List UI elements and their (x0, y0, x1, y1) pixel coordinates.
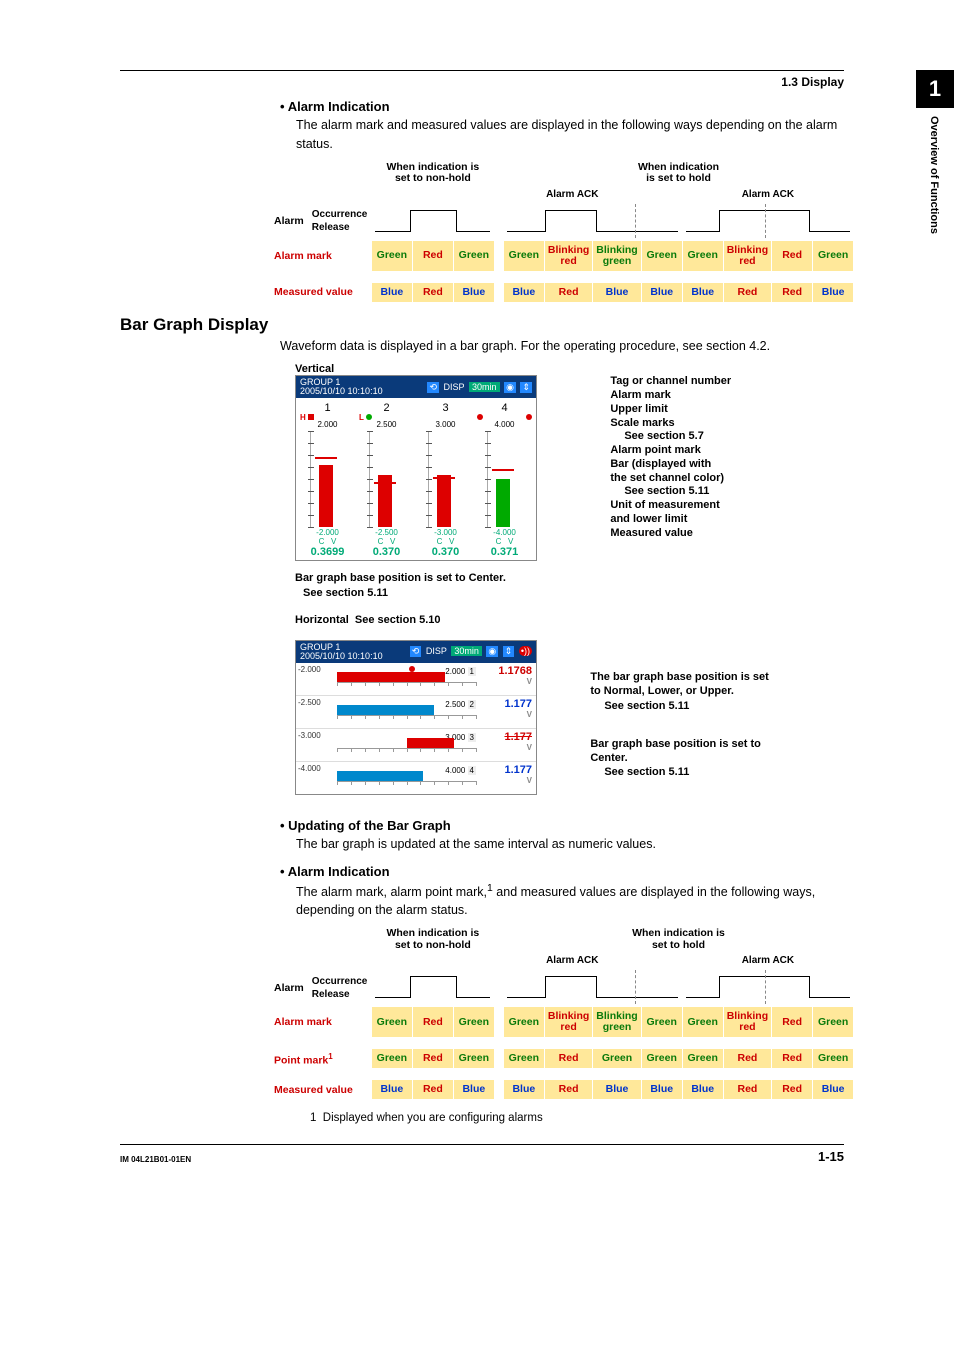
callout-line: Tag or channel number (610, 375, 731, 389)
horizontal-bar-row: -3.000 3.000 3 1.177V (296, 728, 536, 761)
callout-line: and lower limit (610, 513, 731, 527)
callout-line: Upper limit (610, 403, 731, 417)
updating-heading: Updating of the Bar Graph (280, 818, 844, 833)
bar-channel: 2 L 2.500 -2.500 C V 0.370 (357, 400, 416, 558)
diag1-row-alarm-mark: Alarm mark Green Red Green Green Blinkin… (270, 240, 854, 271)
time-badge: 30min (469, 382, 500, 392)
horizontal-bar-figure: GROUP 1 2005/10/10 10:10:10 ⟲ DISP 30min… (295, 640, 855, 804)
horizontal-bar-row: -2.500 2.500 2 1.177V (296, 695, 536, 728)
panel-header: GROUP 1 2005/10/10 10:10:10 ⟲ DISP 30min… (296, 376, 536, 398)
horizontal-bar-row: -4.000 4.000 4 1.177V (296, 761, 536, 794)
footnote: 1 Displayed when you are configuring ala… (310, 1112, 844, 1124)
horizontal-label: Horizontal See section 5.10 (295, 614, 844, 626)
alarm-state-diagram-1: When indication is set to non-hold When … (270, 160, 844, 303)
sound-icon: •)) (519, 646, 532, 656)
ack-label-2: Alarm ACK (682, 187, 853, 202)
diag1-row-measured-value: Measured value Blue Red Blue Blue Red Bl… (270, 282, 854, 302)
resize-icon: ⇕ (503, 646, 515, 657)
alarm-indication-body: The alarm mark and measured values are d… (296, 116, 844, 154)
page-footer: IM 04L21B01-01EN 1-15 (120, 1144, 844, 1164)
panel-header-h: GROUP 1 2005/10/10 10:10:10 ⟲ DISP 30min… (296, 641, 536, 663)
bar-channel: 4 4.000 -4.000 C V 0.371 (475, 400, 534, 558)
timeline-hold-1 (503, 202, 682, 241)
nonhold-label-2: When indication is set to non-hold (371, 926, 494, 953)
doc-id: IM 04L21B01-01EN (120, 1155, 191, 1164)
callout-line: Unit of measurement (610, 499, 731, 513)
resize-icon: ⇕ (520, 382, 532, 393)
vertical-caption: Bar graph base position is set to Center… (295, 571, 844, 600)
nonhold-label: When indication is set to non-hold (371, 160, 494, 187)
horizontal-bar-panel: GROUP 1 2005/10/10 10:10:10 ⟲ DISP 30min… (295, 640, 537, 795)
vertical-callouts: Tag or channel numberAlarm markUpper lim… (610, 375, 731, 540)
callout-line: Scale marks (610, 417, 731, 431)
callout-line: the set channel color) (610, 472, 731, 486)
callout-line: Alarm point mark (610, 444, 731, 458)
alarm-indication-body-2: The alarm mark, alarm point mark,1 and m… (296, 881, 844, 921)
vertical-label: Vertical (295, 363, 844, 375)
hold-label-2: When indication is set to hold (503, 926, 853, 953)
page-number: 1-15 (818, 1149, 844, 1164)
vertical-bar-figure: GROUP 1 2005/10/10 10:10:10 ⟲ DISP 30min… (295, 375, 855, 561)
ack-label-1: Alarm ACK (503, 187, 641, 202)
bar-graph-display-body: Waveform data is displayed in a bar grap… (280, 337, 844, 356)
occurrence-release: OccurrenceRelease (308, 202, 372, 241)
alarm-indication-heading: Alarm Indication (280, 99, 844, 114)
bar-channel: 1 H 2.000 -2.000 C V 0.3699 (298, 400, 357, 558)
diag2-row-measured-value: Measured value Blue Red Blue Blue Red Bl… (270, 1080, 854, 1100)
section-header: 1.3 Display (120, 75, 844, 89)
callout-line: Bar (displayed with (610, 458, 731, 472)
camera-icon: ◉ (504, 382, 516, 393)
vertical-bar-panel: GROUP 1 2005/10/10 10:10:10 ⟲ DISP 30min… (295, 375, 537, 561)
callout-line: Alarm mark (610, 389, 731, 403)
time-badge: 30min (451, 646, 482, 656)
chapter-tab: 1 Overview of Functions (916, 70, 954, 234)
horizontal-bar-row: -2.000 2.000 1 1.1768V (296, 663, 536, 695)
callout-block: Bar graph base position is set toCenter.… (590, 737, 768, 780)
camera-icon: ◉ (486, 646, 498, 657)
diag2-row-point-mark: Point mark1 Green Red Green Green Red Gr… (270, 1049, 854, 1069)
updating-body: The bar graph is updated at the same int… (296, 835, 844, 854)
chapter-title: Overview of Functions (928, 108, 940, 234)
header-icons: ⟲ DISP 30min ◉ ⇕ (425, 382, 532, 393)
alarm-state-diagram-2: When indication is set to non-hold When … (270, 926, 844, 1100)
bar-channel: 3 3.000 -3.000 C V 0.370 (416, 400, 475, 558)
hold-label: When indication is set to hold (503, 160, 853, 187)
alarm-label: Alarm (270, 202, 308, 241)
callout-line: See section 5.11 (610, 485, 731, 499)
disp-icon: ⟲ (427, 382, 439, 393)
callout-block: The bar graph base position is setto Nor… (590, 670, 768, 713)
callout-line: Measured value (610, 527, 731, 541)
callout-line: See section 5.7 (610, 430, 731, 444)
chapter-number: 1 (916, 70, 954, 108)
disp-icon: ⟲ (410, 646, 422, 657)
timeline-nonhold (371, 202, 494, 241)
diag2-row-alarm-mark: Alarm mark Green Red Green Green Blinkin… (270, 1007, 854, 1038)
alarm-indication-heading-2: Alarm Indication (280, 864, 844, 879)
timeline-hold-2 (682, 202, 853, 241)
bar-graph-display-heading: Bar Graph Display (120, 315, 844, 335)
horizontal-callouts: The bar graph base position is setto Nor… (590, 670, 768, 804)
